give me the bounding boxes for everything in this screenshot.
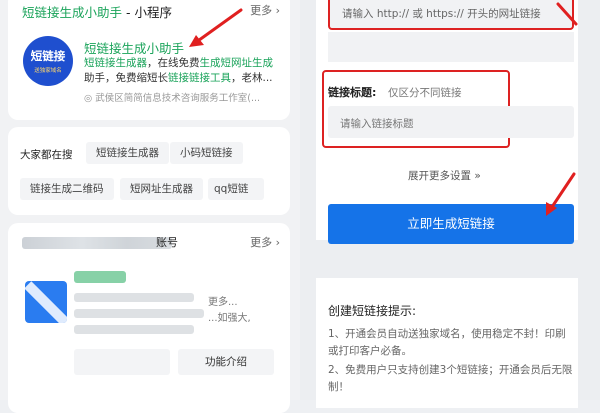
blurred-text-line [74,309,204,318]
account-desc-tail: ...如强大, [208,313,251,324]
link-title-input[interactable]: 请输入链接标题 [328,106,574,138]
search-chip[interactable]: 短网址生成器 [120,178,203,200]
url-input-extension [328,32,574,62]
tip-item: 1、开通会员自动送独家域名，使用稳定不封！印刷或打印客户必备。 [328,328,566,357]
account-avatar [25,281,67,323]
blurred-account-title [74,271,126,283]
account-desc-tail: 更多... [208,297,238,308]
blurred-button[interactable] [74,349,170,375]
expand-settings-toggle[interactable]: 展开更多设置 » [408,168,481,183]
miniprogram-card[interactable]: 短链接生成小助手 - 小程序 更多 › 短链接 送独家域名 短链接生成小助手 短… [8,0,290,120]
blurred-text-line [74,325,194,334]
blurred-text-line [74,293,194,302]
app-logo[interactable]: 短链接 送独家域名 [23,36,73,86]
short-link-form: 请输入 http:// 或 https:// 开头的网址链接 链接标题: 仅区分… [316,0,578,244]
source-text: ◎ 武侯区简简信息技术咨询服务工作室(... [84,93,261,104]
app-description: 短链接生成器，在线免费生成短网址生成 助手，免费缩短长链接链接工具，老林... [84,57,273,84]
search-chip[interactable]: 短链接生成器 [86,142,169,164]
tips-title: 创建短链接提示: [328,304,417,318]
more-link[interactable]: 更多 › [250,2,280,18]
search-chip[interactable]: 小码短链接 [170,142,243,164]
tips-panel: 创建短链接提示: 1、开通会员自动送独家域名，使用稳定不封！印刷或打印客户必备。… [316,278,578,408]
app-name[interactable]: 短链接生成小助手 [84,38,184,57]
more-link[interactable]: 更多 › [250,234,280,250]
search-chip[interactable]: 链接生成二维码 [20,178,114,200]
tip-item: 2、免费用户只支持创建3个短链接；开通会员后无限制！ [328,364,573,393]
search-chip[interactable]: qq短链 [208,178,264,200]
feature-intro-button[interactable]: 功能介绍 [178,349,274,375]
related-search-card: 大家都在搜 短链接生成器 小码短链接 链接生成二维码 短网址生成器 qq短链 [8,127,290,215]
generate-short-link-button[interactable]: 立即生成短链接 [328,204,574,244]
blurred-account-name [22,237,172,249]
account-label: 账号 [156,236,178,249]
related-search-title: 大家都在搜 [20,149,73,161]
url-input[interactable]: 请输入 http:// 或 https:// 开头的网址链接 [328,0,574,30]
miniprogram-title[interactable]: 短链接生成小助手 - 小程序 [22,2,172,21]
search-results-column: 短链接生成小助手 - 小程序 更多 › 短链接 送独家域名 短链接生成小助手 短… [0,0,300,413]
link-title-hint: 仅区分不同链接 [388,87,462,99]
link-title-label: 链接标题: [328,86,377,99]
official-account-card[interactable]: 账号 更多 › 更多... ...如强大, 功能介绍 [8,223,290,413]
